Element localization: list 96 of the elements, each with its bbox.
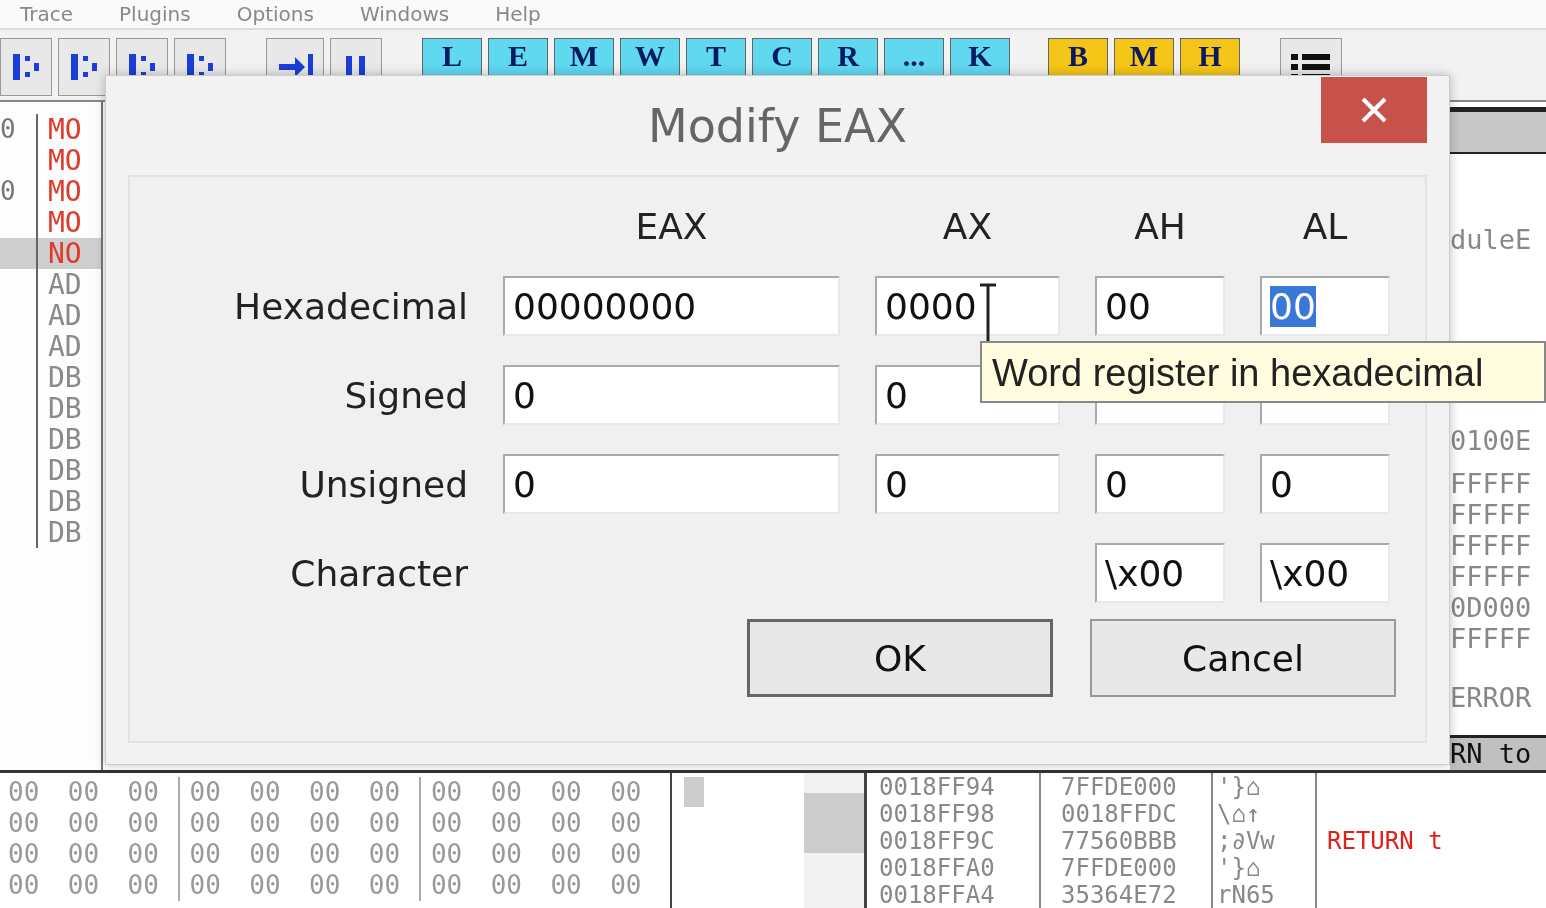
hex-byte: 00 [249,870,282,901]
stack-ascii: rN65 [1213,880,1317,908]
instruction-text: AD [47,330,82,362]
stack-comment: RETURN t [1326,826,1443,855]
hex-byte: 00 [610,839,643,870]
register-text: ERROR [1450,681,1533,713]
register-text: FFFFF [1450,467,1533,499]
hex-byte: 00 [550,808,583,839]
hex-byte: 00 [368,777,421,808]
dialog-title: Modify EAX [647,98,908,153]
stack-value: 35364E72 [1041,880,1213,908]
hex-byte: 00 [610,870,643,901]
hex-byte: 00 [67,870,101,901]
hex-byte: 00 [189,870,222,901]
hex-byte: 00 [490,870,524,901]
hex-byte: 00 [67,808,101,839]
hex-byte: 00 [430,870,464,901]
register-text: 0100E [1450,424,1533,456]
hex-byte: 00 [309,839,342,870]
hex-byte: 00 [430,808,464,839]
row-label: Signed [343,374,468,416]
column-header: AL [1301,206,1349,247]
instruction-text: AD [47,299,82,331]
instruction-text: MO [47,113,82,145]
instruction-text: NO [47,237,82,269]
row-label: Unsigned [298,463,468,505]
hex-byte: 00 [127,777,180,808]
stack-ascii: ;∂Vw [1213,826,1317,855]
column-header: AH [1133,206,1187,247]
stack-address: 0018FF98 [879,799,1041,828]
instruction-text: DB [47,454,82,486]
hex-byte: 00 [610,777,643,808]
stack-value: 0018FFDC [1041,799,1213,828]
hex-byte: 00 [8,777,41,808]
hex-byte: 00 [249,808,282,839]
tooltip: Word register in hexadecimal [980,341,1546,403]
register-text: FFFFF [1450,529,1533,561]
register-text: FFFFF [1450,622,1533,654]
instruction-text: MO [47,144,82,176]
hex-byte: 00 [490,808,524,839]
instruction-text: DB [47,423,82,455]
hex-byte: 00 [490,839,524,870]
register-text: 0D000 [1450,591,1533,623]
hex-byte: 00 [550,870,583,901]
instruction-text: MO [47,206,82,238]
hex-byte: 00 [430,839,464,870]
stack-value: 7FFDE000 [1041,772,1213,801]
hex-byte: 00 [430,777,464,808]
row-label: Hexadecimal [233,285,468,327]
hex-byte: 00 [127,839,180,870]
hex-byte: 00 [67,777,101,808]
hex-byte: 00 [189,839,222,870]
address-text: 0 [0,175,16,206]
hex-byte: 00 [490,777,524,808]
column-header: AX [941,206,994,247]
hex-byte: 00 [8,839,41,870]
instruction-text: MO [47,175,82,207]
hex-byte: 00 [189,808,222,839]
hex-byte: 00 [368,808,421,839]
hex-byte: 00 [309,777,342,808]
register-text: FFFFF [1450,498,1533,530]
register-text: FFFFF [1450,560,1533,592]
stack-ascii: '}⌂ [1213,772,1317,801]
hex-byte: 00 [550,839,583,870]
instruction-text: DB [47,485,82,517]
address-text: 0 [0,113,16,144]
hex-byte: 00 [8,808,41,839]
hex-byte: 00 [309,808,342,839]
stack-address: 0018FF9C [879,826,1041,855]
instruction-text: DB [47,516,82,548]
hex-byte: 00 [67,839,101,870]
hex-byte: 00 [249,839,282,870]
hex-byte: 00 [249,777,282,808]
hex-byte: 00 [550,777,583,808]
stack-address: 0018FFA4 [879,880,1041,908]
hex-byte: 00 [368,870,421,901]
instruction-text: DB [47,392,82,424]
instruction-text: DB [47,361,82,393]
hex-byte: 00 [127,870,180,901]
stack-ascii: '}⌂ [1213,853,1317,882]
register-comment: RN to [1450,735,1546,770]
hex-byte: 00 [8,870,41,901]
stack-value: 7FFDE000 [1041,853,1213,882]
row-label: Character [289,552,468,594]
stack-ascii: \⌂↑ [1213,799,1317,828]
instruction-text: AD [47,268,82,300]
stack-value: 77560BBB [1041,826,1213,855]
column-header: EAX [634,206,709,247]
hex-byte: 00 [127,808,180,839]
hex-byte: 00 [610,808,643,839]
stack-address: 0018FF94 [879,772,1041,801]
register-text: duleE [1450,223,1533,255]
hex-byte: 00 [309,870,342,901]
hex-byte: 00 [189,777,222,808]
stack-address: 0018FFA0 [879,853,1041,882]
hex-byte: 00 [368,839,421,870]
